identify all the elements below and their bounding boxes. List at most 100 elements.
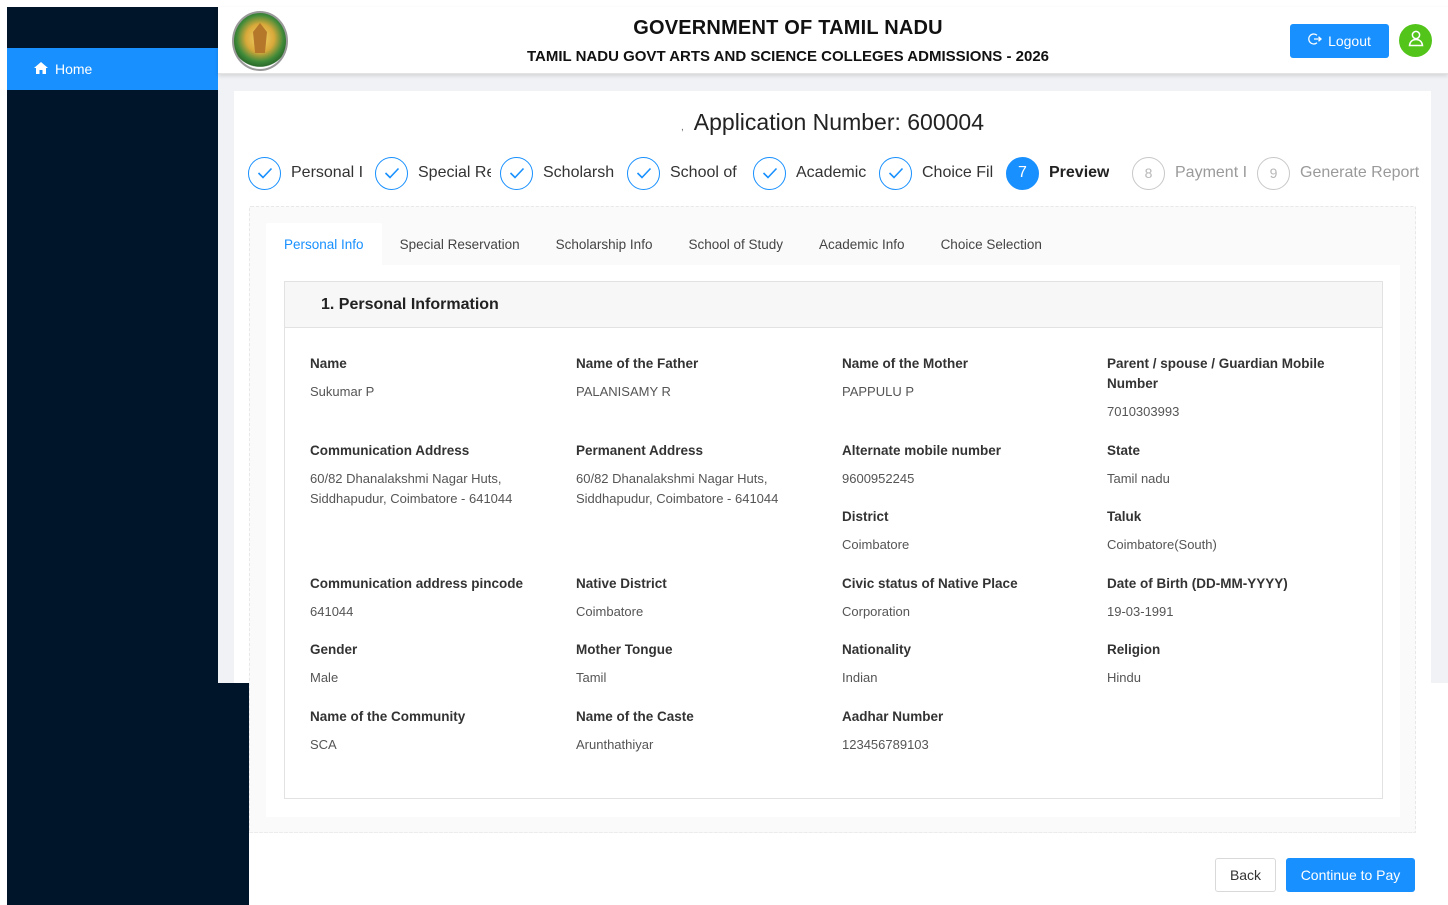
step-check-icon bbox=[627, 156, 660, 190]
field-communication-pincode: Communication address pincode 641044 bbox=[310, 574, 550, 622]
step-label: Scholarsh bbox=[543, 164, 615, 181]
field-civic-status: Civic status of Native Place Corporation bbox=[842, 574, 1082, 622]
field-label: Name of the Community bbox=[310, 709, 466, 724]
field-aadhar-number: Aadhar Number 123456789103 bbox=[842, 707, 1082, 755]
field-value: PAPPULU P bbox=[842, 384, 915, 399]
field-value: SCA bbox=[310, 737, 337, 752]
application-number-label: Application Number: 600004 bbox=[693, 109, 985, 135]
field-value: Tamil bbox=[576, 670, 607, 685]
step-preview[interactable]: 7 Preview bbox=[1006, 156, 1109, 190]
tab-choice-selection[interactable]: Choice Selection bbox=[923, 223, 1060, 265]
field-value: Tamil nadu bbox=[1107, 471, 1170, 486]
top-header: GOVERNMENT OF TAMIL NADU TAMIL NADU GOVT… bbox=[218, 7, 1448, 74]
preview-tabs: Personal Info Special Reservation Schola… bbox=[266, 223, 1060, 265]
step-label: Generate Report bbox=[1300, 164, 1420, 181]
field-label: Taluk bbox=[1107, 509, 1142, 524]
field-value: Hindu bbox=[1107, 670, 1141, 685]
field-label: Permanent Address bbox=[576, 443, 704, 458]
field-label: Name of the Mother bbox=[842, 356, 969, 371]
application-card: , Application Number: 600004 Personal I S… bbox=[234, 91, 1431, 905]
field-taluk: Taluk Coimbatore(South) bbox=[1107, 507, 1347, 555]
field-value: 9600952245 bbox=[842, 471, 915, 486]
step-label: Payment I bbox=[1175, 164, 1247, 181]
sidebar-item-home[interactable]: Home bbox=[7, 48, 218, 90]
sidebar: Home bbox=[7, 7, 218, 683]
step-label: Choice Fil bbox=[922, 164, 994, 181]
field-label: State bbox=[1107, 443, 1141, 458]
field-label: Alternate mobile number bbox=[842, 443, 1002, 458]
field-label: Date of Birth (DD-MM-YYYY) bbox=[1107, 576, 1288, 591]
field-label: District bbox=[842, 509, 889, 524]
progress-steps: Personal I Special Re Scholarsh School o… bbox=[248, 156, 1428, 190]
field-label: Native District bbox=[576, 576, 667, 591]
field-value: Male bbox=[310, 670, 339, 685]
field-label: Communication address pincode bbox=[310, 576, 524, 591]
field-permanent-address: Permanent Address 60/82 Dhanalakshmi Nag… bbox=[576, 441, 806, 509]
step-academic[interactable]: Academic bbox=[753, 156, 868, 190]
step-check-icon bbox=[500, 156, 533, 190]
step-label: Special Re bbox=[418, 164, 491, 181]
field-value: 60/82 Dhanalakshmi Nagar Huts, Siddhapud… bbox=[310, 471, 513, 506]
step-number: 7 bbox=[1006, 156, 1039, 190]
step-generate-report[interactable]: 9 Generate Report bbox=[1257, 156, 1419, 190]
field-value: Coimbatore(South) bbox=[1107, 537, 1217, 552]
continue-to-pay-button[interactable]: Continue to Pay bbox=[1286, 858, 1415, 892]
back-button[interactable]: Back bbox=[1215, 858, 1276, 892]
field-community: Name of the Community SCA bbox=[310, 707, 550, 755]
field-label: Gender bbox=[310, 642, 358, 657]
field-gender: Gender Male bbox=[310, 640, 550, 688]
field-religion: Religion Hindu bbox=[1107, 640, 1347, 688]
field-value: Corporation bbox=[842, 604, 910, 619]
logout-label: Logout bbox=[1328, 33, 1371, 49]
field-value: 19-03-1991 bbox=[1107, 604, 1174, 619]
tab-scholarship-info[interactable]: Scholarship Info bbox=[538, 223, 671, 265]
home-icon bbox=[33, 61, 49, 78]
field-label: Name bbox=[310, 356, 347, 371]
logout-button[interactable]: Logout bbox=[1290, 24, 1389, 58]
step-check-icon bbox=[375, 156, 408, 190]
tab-academic-info[interactable]: Academic Info bbox=[801, 223, 923, 265]
logout-icon bbox=[1308, 32, 1323, 50]
step-check-icon bbox=[753, 156, 786, 190]
sidebar-lower bbox=[7, 683, 249, 905]
tab-personal-info[interactable]: Personal Info bbox=[266, 223, 382, 265]
preview-panel: Personal Info Special Reservation Schola… bbox=[249, 206, 1416, 833]
tab-content: 1. Personal Information Name Sukumar P N… bbox=[266, 265, 1400, 817]
tab-special-reservation[interactable]: Special Reservation bbox=[382, 223, 538, 265]
personal-information-section: 1. Personal Information Name Sukumar P N… bbox=[284, 281, 1383, 799]
tab-school-of-study[interactable]: School of Study bbox=[670, 223, 801, 265]
field-label: Mother Tongue bbox=[576, 642, 673, 657]
field-mother-tongue: Mother Tongue Tamil bbox=[576, 640, 816, 688]
user-avatar[interactable] bbox=[1399, 24, 1432, 57]
field-label: Nationality bbox=[842, 642, 912, 657]
page-title: GOVERNMENT OF TAMIL NADU bbox=[633, 17, 943, 39]
user-icon bbox=[1407, 29, 1425, 52]
step-school-of-study[interactable]: School of bbox=[627, 156, 742, 190]
step-special-reservation[interactable]: Special Re bbox=[375, 156, 491, 190]
step-check-icon bbox=[248, 156, 281, 190]
field-value: Indian bbox=[842, 670, 878, 685]
step-label: School of bbox=[670, 164, 737, 181]
page: Home GOVERNMENT OF TAMIL NADU TAMIL NADU… bbox=[0, 0, 1448, 905]
field-value: PALANISAMY R bbox=[576, 384, 671, 399]
step-check-icon bbox=[879, 156, 912, 190]
field-communication-address: Communication Address 60/82 Dhanalakshmi… bbox=[310, 441, 540, 509]
field-label: Name of the Caste bbox=[576, 709, 694, 724]
field-label: Religion bbox=[1107, 642, 1161, 657]
field-father-name: Name of the Father PALANISAMY R bbox=[576, 354, 816, 402]
step-choice-filling[interactable]: Choice Fil bbox=[879, 156, 994, 190]
section-title: 1. Personal Information bbox=[285, 282, 1382, 328]
field-value: Arunthathiyar bbox=[576, 737, 654, 752]
field-value: Coimbatore bbox=[842, 537, 910, 552]
sidebar-item-label: Home bbox=[55, 61, 93, 77]
field-label: Name of the Father bbox=[576, 356, 699, 371]
field-label: Civic status of Native Place bbox=[842, 576, 1018, 591]
step-personal-info[interactable]: Personal I bbox=[248, 156, 363, 190]
step-scholarship[interactable]: Scholarsh bbox=[500, 156, 617, 190]
step-label: Preview bbox=[1049, 164, 1110, 181]
application-prefix: , bbox=[680, 122, 684, 133]
step-payment[interactable]: 8 Payment I bbox=[1132, 156, 1247, 190]
field-label: Parent / spouse / Guardian Mobile Number bbox=[1107, 356, 1325, 391]
field-native-district: Native District Coimbatore bbox=[576, 574, 816, 622]
field-label: Communication Address bbox=[310, 443, 470, 458]
